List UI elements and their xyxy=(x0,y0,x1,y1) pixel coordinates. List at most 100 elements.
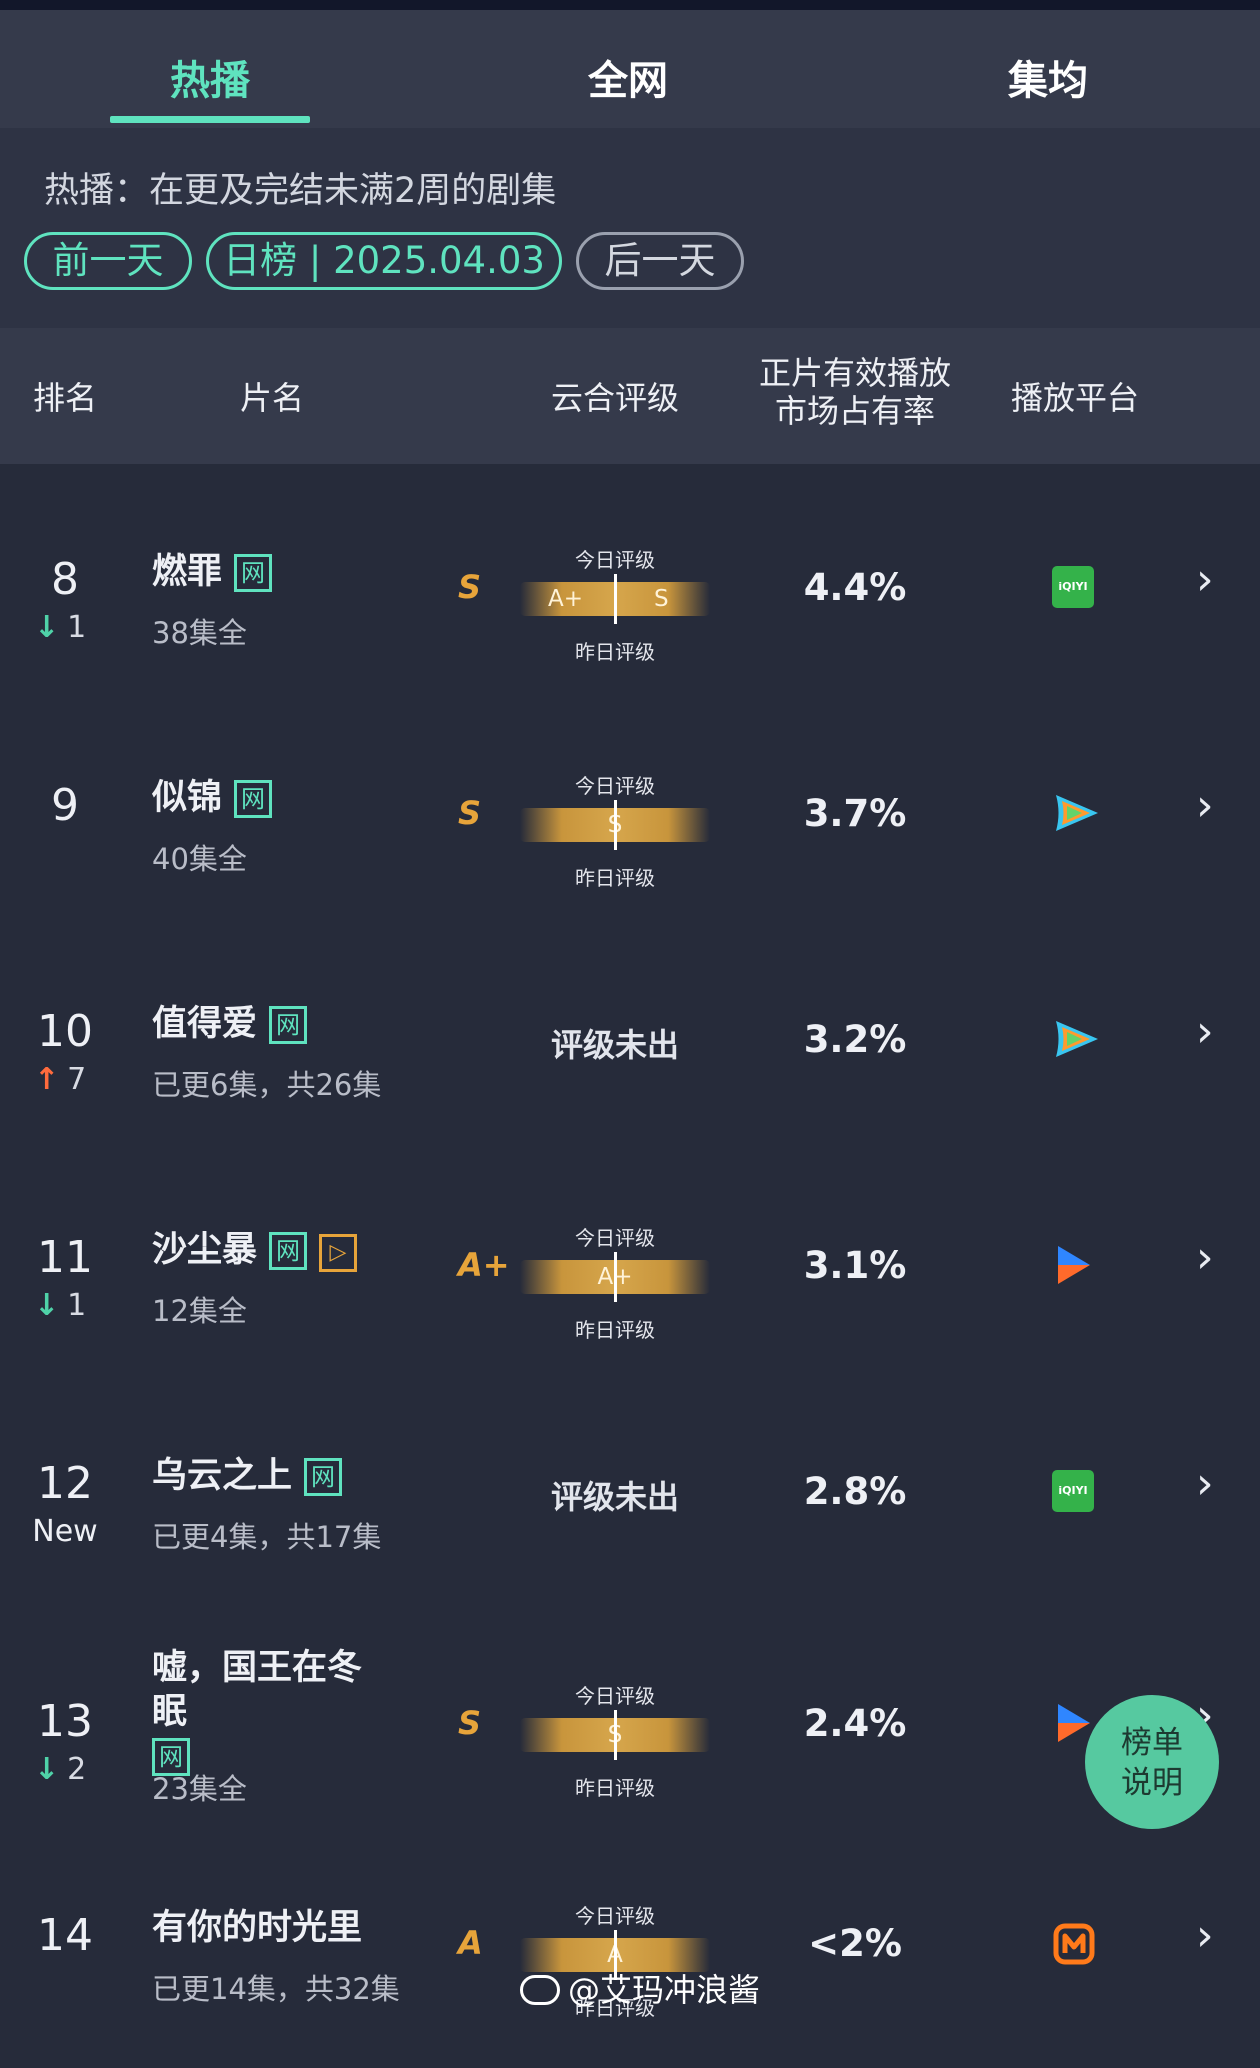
rank-change-value: 1 xyxy=(67,610,87,645)
episode-info: 已更6集，共26集 xyxy=(152,1068,382,1102)
market-share-value: 2.8% xyxy=(803,1470,907,1513)
yesterday-grade-label: 昨日评级 xyxy=(575,640,655,664)
yesterday-grade-label: 昨日评级 xyxy=(575,866,655,890)
today-grade-label: 今日评级 xyxy=(575,548,655,572)
grade-marker xyxy=(614,800,617,850)
rank-number: 10 xyxy=(37,1006,93,1057)
rank-number: 11 xyxy=(37,1232,93,1283)
drama-title[interactable]: 似锦网 xyxy=(152,776,402,820)
drama-title[interactable]: 沙尘暴网 ▷ xyxy=(152,1228,402,1272)
arrow-down-icon: ↓ xyxy=(34,610,60,645)
today-grade-label: 今日评级 xyxy=(575,1684,655,1708)
web-drama-tag: 网 xyxy=(234,780,273,818)
rank-change: ↓ 2 xyxy=(34,1752,86,1787)
rank-change-value: 1 xyxy=(67,1288,87,1323)
today-grade-label: 今日评级 xyxy=(575,1226,655,1250)
market-share-value: 4.4% xyxy=(803,566,907,609)
header-rank: 排名 xyxy=(32,379,97,417)
next-day-button[interactable]: 后一天 xyxy=(576,232,744,290)
table-row[interactable]: 14有你的时光里已更14集，共32集A今日评级A昨日评级<2%› xyxy=(0,1842,1260,2068)
table-row[interactable]: 9 似锦网 40集全 S 今日评级S昨日评级 3.7% › xyxy=(0,712,1260,938)
drama-title[interactable]: 燃罪网 xyxy=(152,550,402,594)
current-grade: S xyxy=(458,1704,482,1742)
tab-bar: 热播 全网 集均 xyxy=(0,10,1260,128)
drama-title-line: 眠 xyxy=(152,1692,188,1732)
header-market-share-line1: 正片有效播放 xyxy=(758,354,951,392)
drama-title-line: 值得爱网 xyxy=(152,1002,402,1046)
iqiyi-logo-icon: iQIYI xyxy=(1052,1470,1094,1512)
rank-change-value: 7 xyxy=(67,1062,87,1097)
header-market-share-line2: 市场占有率 xyxy=(774,392,935,430)
grade-marker xyxy=(614,574,617,624)
table-row[interactable]: 8 ↓ 1 燃罪网 38集全 S 今日评级 A+ S 昨日评级 4.4% iQIYI › xyxy=(0,486,1260,712)
current-grade: S xyxy=(458,794,482,832)
drama-title[interactable]: 乌云之上网 xyxy=(152,1454,402,1498)
grade-marker xyxy=(614,1252,617,1302)
iqiyi-logo-icon: iQIYI xyxy=(1052,566,1094,608)
market-share-value: 3.1% xyxy=(803,1244,907,1287)
rank-change: ↓ 1 xyxy=(34,1288,86,1323)
drama-title-line: 燃罪网 xyxy=(152,550,402,594)
market-share-value: 3.7% xyxy=(803,792,907,835)
watermark-text: @艾玛冲浪酱 xyxy=(568,1971,761,2009)
arrow-down-icon: ↓ xyxy=(34,1288,60,1323)
drama-title-line: 沙尘暴网 ▷ xyxy=(152,1228,402,1272)
rank-number: 8 xyxy=(51,554,79,605)
chevron-right-icon[interactable]: › xyxy=(1196,1006,1214,1057)
current-grade: S xyxy=(458,568,482,606)
drama-title[interactable]: 嘘，国王在冬眠网 xyxy=(152,1646,402,1778)
tencent-video-logo-icon xyxy=(1052,792,1098,834)
tab-episode-average[interactable]: 集均 xyxy=(898,48,1198,106)
rating-not-available: 评级未出 xyxy=(550,1478,679,1516)
tab-all-network[interactable]: 全网 xyxy=(478,48,778,106)
chevron-right-icon[interactable]: › xyxy=(1196,1458,1214,1509)
grade-comparison: 今日评级 A+ S 昨日评级 xyxy=(520,544,710,664)
market-share-value: 3.2% xyxy=(803,1018,907,1061)
table-row[interactable]: 11↓1沙尘暴网▷12集全A+今日评级A+昨日评级3.1%› xyxy=(0,1164,1260,1390)
today-grade-label: 今日评级 xyxy=(575,1904,655,1928)
arrow-up-icon: ↑ xyxy=(34,1062,60,1097)
rank-change: ↓ 1 xyxy=(34,610,86,645)
table-row[interactable]: 10 ↑ 7 值得爱网已更6集，共26集 评级未出 3.2% › xyxy=(0,938,1260,1164)
drama-title[interactable]: 值得爱网 xyxy=(152,1002,402,1046)
active-tab-indicator xyxy=(110,116,310,123)
tab-hot[interactable]: 热播 xyxy=(60,48,360,106)
chevron-right-icon[interactable]: › xyxy=(1196,1910,1214,1961)
market-share-value: <2% xyxy=(808,1922,902,1965)
chevron-right-icon[interactable]: › xyxy=(1196,554,1214,605)
today-grade-value: S xyxy=(654,586,669,612)
drama-title-line: 有你的时光里 xyxy=(152,1908,363,1948)
arrow-down-icon: ↓ xyxy=(34,1752,60,1787)
episode-info: 23集全 xyxy=(152,1772,247,1806)
rank-change: ↑ 7 xyxy=(34,1062,86,1097)
episode-info: 已更14集，共32集 xyxy=(152,1972,400,2006)
yesterday-grade-value: A+ xyxy=(548,586,584,612)
drama-title[interactable]: 有你的时光里 xyxy=(152,1906,402,1950)
list-explanation-button[interactable]: 榜单 说明 xyxy=(1085,1695,1219,1829)
web-drama-tag: 网 xyxy=(234,554,273,592)
episode-info: 已更4集，共17集 xyxy=(152,1520,382,1554)
top-status-strip xyxy=(0,0,1260,10)
exclusive-play-tag-icon: ▷ xyxy=(319,1234,358,1272)
weibo-watermark: @艾玛冲浪酱 xyxy=(520,1965,760,2011)
table-row[interactable]: 12 New 乌云之上网已更4集，共17集 评级未出 2.8% iQIYI › xyxy=(0,1390,1260,1616)
current-grade: A+ xyxy=(458,1246,510,1284)
fab-line2: 说明 xyxy=(1121,1765,1183,1801)
grade-comparison: 今日评级S昨日评级 xyxy=(520,1680,710,1800)
chevron-right-icon[interactable]: › xyxy=(1196,1232,1214,1283)
prev-day-button[interactable]: 前一天 xyxy=(24,232,192,290)
date-selector[interactable]: 日榜 | 2025.04.03 xyxy=(206,232,562,290)
tencent-video-logo-icon xyxy=(1052,1018,1098,1060)
market-share-value: 2.4% xyxy=(803,1702,907,1745)
table-row[interactable]: 13↓2嘘，国王在冬眠网23集全S今日评级S昨日评级2.4%› xyxy=(0,1616,1260,1842)
fab-line1: 榜单 xyxy=(1121,1725,1183,1761)
web-drama-tag: 网 xyxy=(269,1006,308,1044)
web-drama-tag: 网 xyxy=(304,1458,343,1496)
drama-title-line: 乌云之上网 xyxy=(152,1454,402,1498)
yesterday-grade-label: 昨日评级 xyxy=(575,1776,655,1800)
rank-new-badge: New xyxy=(32,1514,98,1549)
chevron-right-icon[interactable]: › xyxy=(1196,780,1214,831)
drama-title-line: 似锦网 xyxy=(152,776,402,820)
header-rating: 云合评级 xyxy=(550,379,679,417)
current-grade: A xyxy=(458,1924,483,1962)
